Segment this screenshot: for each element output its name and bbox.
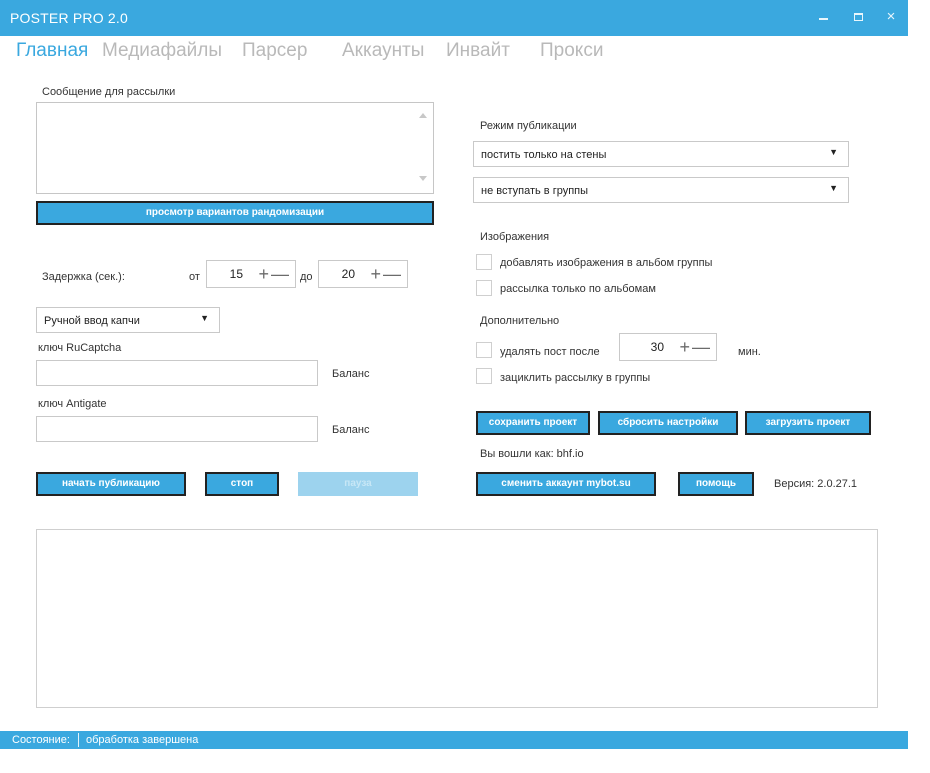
status-separator bbox=[78, 733, 79, 747]
captcha-mode-select[interactable]: Ручной ввод капчи ▼ bbox=[36, 307, 220, 333]
stop-button[interactable]: стоп bbox=[205, 472, 279, 496]
tab-media[interactable]: Медиафайлы bbox=[102, 40, 222, 62]
album-images-label: добавлять изображения в альбом группы bbox=[500, 257, 713, 269]
minimize-icon bbox=[818, 18, 828, 20]
tab-parser[interactable]: Парсер bbox=[242, 40, 307, 62]
captcha-mode-value: Ручной ввод капчи bbox=[44, 315, 140, 327]
reset-settings-button[interactable]: сбросить настройки bbox=[598, 411, 738, 435]
help-button[interactable]: помощь bbox=[678, 472, 754, 496]
maximize-button[interactable] bbox=[849, 8, 867, 26]
join-groups-select[interactable]: не вступать в группы ▼ bbox=[473, 177, 849, 203]
plus-icon[interactable]: + bbox=[370, 264, 381, 284]
minutes-label: мин. bbox=[738, 346, 761, 358]
delay-from-stepper[interactable]: 15 + — bbox=[206, 260, 296, 288]
post-mode-select[interactable]: постить только на стены ▼ bbox=[473, 141, 849, 167]
join-groups-value: не вступать в группы bbox=[481, 185, 589, 197]
maximize-icon bbox=[853, 13, 863, 21]
dropdown-arrow-icon: ▼ bbox=[829, 183, 838, 193]
randomize-preview-button[interactable]: просмотр вариантов рандомизации bbox=[36, 201, 434, 225]
loop-mailing-checkbox[interactable] bbox=[476, 368, 492, 384]
status-value: обработка завершена bbox=[86, 734, 199, 746]
load-project-button[interactable]: загрузить проект bbox=[745, 411, 871, 435]
delay-label: Задержка (сек.): bbox=[42, 271, 125, 283]
antigate-label: ключ Antigate bbox=[38, 398, 107, 410]
delete-minutes-value: 30 bbox=[650, 340, 664, 354]
close-button[interactable]: × bbox=[882, 8, 900, 26]
rucaptcha-key-input[interactable] bbox=[36, 360, 318, 386]
antigate-key-input[interactable] bbox=[36, 416, 318, 442]
extra-label: Дополнительно bbox=[480, 315, 560, 327]
minus-icon[interactable]: — bbox=[271, 264, 289, 284]
loop-mailing-label: зациклить рассылку в группы bbox=[500, 372, 651, 384]
plus-icon[interactable]: + bbox=[258, 264, 269, 284]
tab-main[interactable]: Главная bbox=[16, 40, 88, 62]
switch-account-button[interactable]: сменить аккаунт mybot.su bbox=[476, 472, 656, 496]
delete-post-label: удалять пост после bbox=[500, 346, 600, 358]
scroll-up-icon[interactable] bbox=[419, 113, 427, 118]
antigate-balance-label: Баланс bbox=[332, 424, 370, 436]
logged-in-label: Вы вошли как: bhf.io bbox=[480, 448, 584, 460]
to-label: до bbox=[300, 271, 313, 283]
pause-button[interactable]: пауза bbox=[298, 472, 418, 496]
minimize-button[interactable] bbox=[814, 8, 832, 26]
version-label: Версия: 2.0.27.1 bbox=[774, 478, 858, 490]
scroll-down-icon[interactable] bbox=[419, 176, 427, 181]
albums-only-checkbox[interactable] bbox=[476, 280, 492, 296]
plus-icon[interactable]: + bbox=[679, 337, 690, 357]
delete-post-checkbox[interactable] bbox=[476, 342, 492, 358]
message-textarea[interactable] bbox=[36, 102, 434, 194]
album-images-checkbox[interactable] bbox=[476, 254, 492, 270]
rucaptcha-balance-label: Баланс bbox=[332, 368, 370, 380]
delay-to-value: 20 bbox=[341, 267, 355, 281]
log-output[interactable] bbox=[36, 529, 878, 708]
rucaptcha-label: ключ RuCaptcha bbox=[38, 342, 122, 354]
delay-to-stepper[interactable]: 20 + — bbox=[318, 260, 408, 288]
tab-proxy[interactable]: Прокси bbox=[540, 40, 603, 62]
status-bar: Состояние: обработка завершена bbox=[0, 731, 908, 749]
save-project-button[interactable]: сохранить проект bbox=[476, 411, 590, 435]
post-mode-value: постить только на стены bbox=[481, 149, 607, 161]
status-label: Состояние: bbox=[12, 734, 70, 746]
start-publishing-button[interactable]: начать публикацию bbox=[36, 472, 186, 496]
delete-minutes-stepper[interactable]: 30 + — bbox=[619, 333, 717, 361]
message-label: Сообщение для рассылки bbox=[42, 86, 176, 98]
delay-from-value: 15 bbox=[229, 267, 243, 281]
albums-only-label: рассылка только по альбомам bbox=[500, 283, 656, 295]
mode-label: Режим публикации bbox=[480, 120, 577, 132]
minus-icon[interactable]: — bbox=[692, 337, 710, 357]
tab-invite[interactable]: Инвайт bbox=[446, 40, 510, 62]
images-label: Изображения bbox=[480, 231, 550, 243]
dropdown-arrow-icon: ▼ bbox=[829, 147, 838, 157]
from-label: от bbox=[189, 271, 200, 283]
window-title: POSTER PRO 2.0 bbox=[10, 10, 128, 26]
tab-accounts[interactable]: Аккаунты bbox=[342, 40, 424, 62]
dropdown-arrow-icon: ▼ bbox=[200, 313, 209, 323]
title-bar: POSTER PRO 2.0 × bbox=[0, 0, 908, 36]
minus-icon[interactable]: — bbox=[383, 264, 401, 284]
